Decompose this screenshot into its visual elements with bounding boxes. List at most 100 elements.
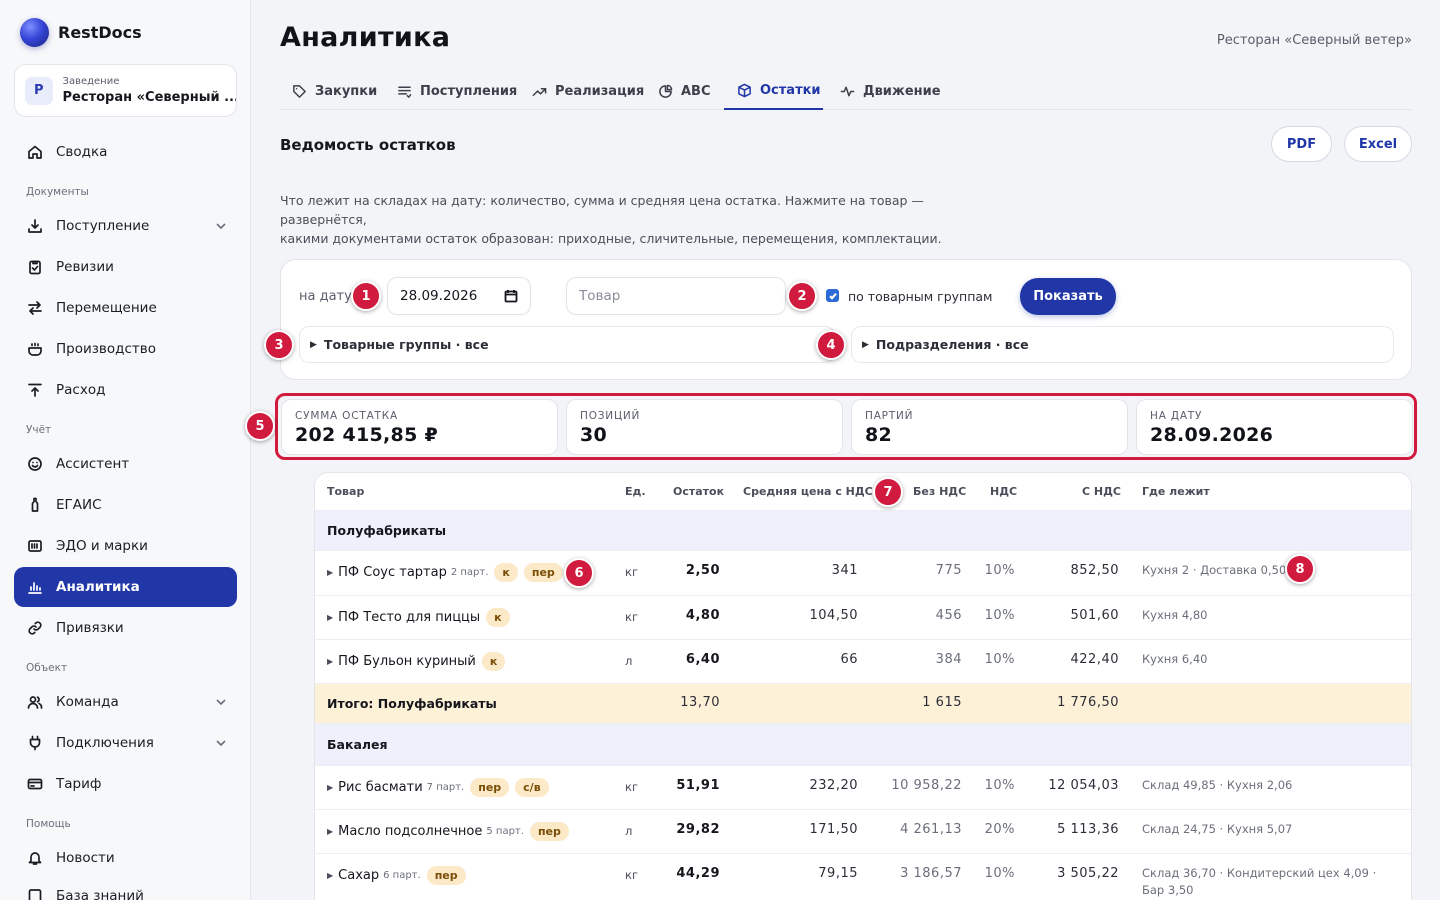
unit-cell: кг xyxy=(625,610,638,624)
venue-switcher[interactable]: Р Заведение Ресторан «Северный ... xyxy=(14,64,237,117)
marker-1: 1 xyxy=(351,281,381,311)
column-header[interactable]: С НДС xyxy=(1082,485,1121,498)
avg-price-cell: 171,50 xyxy=(809,822,858,837)
group-by-label[interactable]: по товарным группам xyxy=(848,289,992,304)
analytics-tabs: Закупки Поступления Реализация ABC Остат… xyxy=(280,72,1412,110)
net-cell: 4 261,13 xyxy=(900,822,962,837)
nav-team[interactable]: Команда xyxy=(14,682,237,722)
nav-connections[interactable]: Подключения xyxy=(14,723,237,763)
departments-filter[interactable]: ▶ Подразделения · все xyxy=(851,326,1394,363)
product-title: ПФ Тесто для пиццы xyxy=(338,610,481,625)
clipboard-check-icon xyxy=(27,259,43,275)
net-cell: 10 958,22 xyxy=(891,778,962,793)
tab-abc[interactable]: ABC xyxy=(658,72,711,110)
product-name[interactable]: ▶ Рис басмати 7 парт. пер с/в xyxy=(327,778,549,797)
product-groups-filter[interactable]: ▶ Товарные группы · все xyxy=(299,326,835,363)
location-cell: Кухня 6,40 xyxy=(1142,652,1208,666)
nav-receipts[interactable]: Поступление xyxy=(14,206,237,246)
tab-label: Движение xyxy=(863,83,941,99)
tag-badge: к xyxy=(481,652,506,671)
nav-audits[interactable]: Ревизии xyxy=(14,247,237,287)
kpi-batches: ПАРТИЙ 82 xyxy=(851,399,1128,455)
chevron-down-icon[interactable] xyxy=(215,220,227,232)
table-row[interactable]: ▶ ПФ Соус тартар 2 парт. к пер кг 2,50 3… xyxy=(315,551,1411,596)
table-row[interactable]: ▶ ПФ Тесто для пиццы к кг 4,80 104,50 45… xyxy=(315,596,1411,640)
export-excel-button[interactable]: Excel xyxy=(1344,126,1412,162)
nav-transfers[interactable]: Перемещение xyxy=(14,288,237,328)
qty-cell: 44,29 xyxy=(676,866,720,881)
tab-sales[interactable]: Реализация xyxy=(532,72,644,110)
product-name[interactable]: ▶ Сахар 6 парт. пер xyxy=(327,866,466,885)
unit-cell: кг xyxy=(625,780,638,794)
vat-cell: 10% xyxy=(984,563,1015,578)
net-cell: 384 xyxy=(935,652,962,667)
chevron-down-icon[interactable] xyxy=(215,737,227,749)
tab-label: ABC xyxy=(681,83,711,99)
vat-cell: 10% xyxy=(984,866,1015,881)
column-header[interactable]: НДС xyxy=(990,485,1017,498)
nav-production[interactable]: Производство xyxy=(14,329,237,369)
book-icon xyxy=(27,888,43,900)
tag-badge: пер xyxy=(529,822,569,841)
gross-cell: 422,40 xyxy=(1070,652,1119,667)
date-input[interactable]: 28.09.2026 xyxy=(387,277,531,315)
list-icon xyxy=(398,86,412,98)
group-title: Полуфабрикаты xyxy=(327,523,447,538)
tab-label: Остатки xyxy=(760,82,821,98)
group-row[interactable]: Бакалея xyxy=(315,724,1411,766)
product-title: ПФ Бульон куриный xyxy=(338,654,476,669)
column-header[interactable]: Где лежит xyxy=(1142,485,1210,498)
tab-purchases[interactable]: Закупки xyxy=(292,72,377,110)
column-header[interactable]: Средняя цена с НДС xyxy=(743,485,873,498)
batch-count: 5 парт. xyxy=(486,826,524,837)
product-name[interactable]: ▶ ПФ Тесто для пиццы к xyxy=(327,608,510,627)
nav-news[interactable]: Новости xyxy=(14,838,237,878)
qty-cell: 2,50 xyxy=(685,563,720,578)
venue-name: Ресторан «Северный ... xyxy=(62,90,236,105)
kpi-value: 82 xyxy=(865,424,893,446)
table-row[interactable]: ▶ Сахар 6 парт. пер кг 44,29 79,15 3 186… xyxy=(315,854,1411,900)
nav-knowledge-base[interactable]: База знаний xyxy=(14,876,237,900)
group-by-checkbox[interactable] xyxy=(826,289,839,302)
batch-count: 2 парт. xyxy=(450,567,489,578)
nav-assistant[interactable]: Ассистент xyxy=(14,444,237,484)
net-cell: 3 186,57 xyxy=(900,866,962,881)
table-header: Товар Ед. Остаток Средняя цена с НДС Без… xyxy=(315,473,1411,511)
column-header[interactable]: Товар xyxy=(327,485,364,498)
column-header[interactable]: Без НДС xyxy=(913,485,966,498)
download-icon xyxy=(27,218,43,234)
nav-bindings[interactable]: Привязки xyxy=(14,608,237,648)
table-row[interactable]: ▶ ПФ Бульон куриный к л 6,40 66 384 10% … xyxy=(315,640,1411,684)
product-name[interactable]: ▶ Масло подсолнечное 5 парт. пер xyxy=(327,822,569,841)
stock-table: Товар Ед. Остаток Средняя цена с НДС Без… xyxy=(314,472,1412,900)
total-label: Итого: Полуфабрикаты xyxy=(327,696,497,711)
column-header[interactable]: Остаток xyxy=(673,485,724,498)
group-row[interactable]: Полуфабрикаты xyxy=(315,511,1411,551)
nav-tariff[interactable]: Тариф xyxy=(14,764,237,804)
nav-analytics[interactable]: Аналитика xyxy=(14,567,237,607)
total-qty: 13,70 xyxy=(680,695,720,710)
tab-stock[interactable]: Остатки xyxy=(724,72,823,110)
product-name[interactable]: ▶ ПФ Бульон куриный к xyxy=(327,652,506,671)
qty-cell: 6,40 xyxy=(685,652,720,667)
tag-badge: пер xyxy=(523,563,563,582)
tab-movement[interactable]: Движение xyxy=(840,72,941,110)
nav-edo[interactable]: ЭДО и марки xyxy=(14,526,237,566)
nav-summary[interactable]: Сводка xyxy=(14,132,237,172)
brand[interactable]: RestDocs xyxy=(20,18,142,47)
product-name[interactable]: ▶ ПФ Соус тартар 2 парт. к пер xyxy=(327,563,563,582)
nav-expense[interactable]: Расход xyxy=(14,370,237,410)
nav-egais[interactable]: ЕГАИС xyxy=(14,485,237,525)
column-header[interactable]: Ед. xyxy=(625,485,646,498)
export-pdf-button[interactable]: PDF xyxy=(1271,126,1332,162)
gross-cell: 852,50 xyxy=(1070,563,1119,578)
show-button[interactable]: Показать xyxy=(1020,278,1116,315)
nav-label: Перемещение xyxy=(56,300,157,316)
table-row[interactable]: ▶ Масло подсолнечное 5 парт. пер л 29,82… xyxy=(315,810,1411,854)
pie-chart-icon xyxy=(659,84,673,98)
product-search-input[interactable]: Товар xyxy=(566,277,786,315)
table-row[interactable]: ▶ Рис басмати 7 парт. пер с/в кг 51,91 2… xyxy=(315,766,1411,810)
tab-receipts[interactable]: Поступления xyxy=(397,72,517,110)
chevron-down-icon[interactable] xyxy=(215,696,227,708)
caret-right-icon: ▶ xyxy=(862,339,869,350)
